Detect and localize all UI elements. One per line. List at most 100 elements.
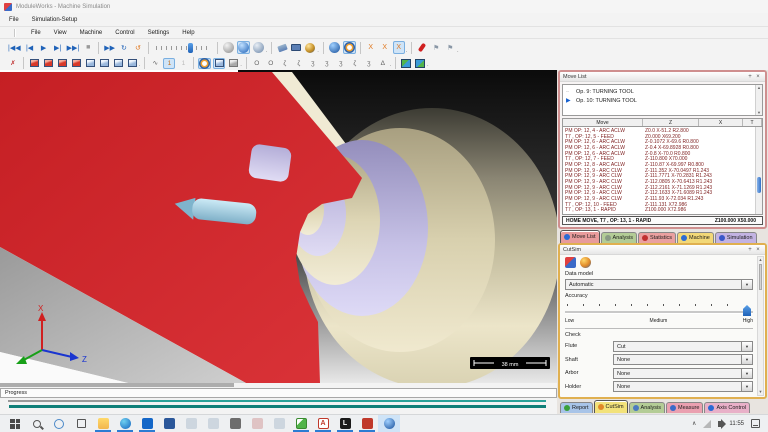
fixture-cube-icon[interactable] xyxy=(227,58,239,69)
column-z[interactable]: Z xyxy=(643,119,699,126)
tab-measure[interactable]: Measure xyxy=(666,402,704,413)
geometry-circle2-button[interactable]: O xyxy=(265,58,277,69)
speed-slider[interactable] xyxy=(155,42,210,53)
viewport-3d[interactable]: X Z 38 mm xyxy=(0,70,560,388)
red-app-icon[interactable] xyxy=(356,415,378,432)
chevron-down-icon[interactable]: ▼ xyxy=(741,341,752,351)
dropdown-dot-icon[interactable]: . xyxy=(266,48,267,54)
scrollbar-thumb[interactable] xyxy=(757,177,761,194)
arbor-dropdown[interactable]: None ▼ xyxy=(613,367,753,379)
render-wire-icon[interactable] xyxy=(252,41,265,54)
move-row[interactable]: T7 , OP: 13, 1 - RAPID Z100.000 X72.986 xyxy=(565,207,754,213)
collision-check-3-button[interactable]: X xyxy=(392,41,405,54)
app-dim-2-icon[interactable] xyxy=(202,415,224,432)
calculator-icon[interactable] xyxy=(224,415,246,432)
chevron-down-icon[interactable]: ▼ xyxy=(741,355,752,364)
loop-button[interactable]: ↻ xyxy=(118,41,130,54)
app-dim-3-icon[interactable] xyxy=(268,415,290,432)
tab-analysis[interactable]: Analysis xyxy=(628,402,666,413)
view-cube-left-icon[interactable] xyxy=(56,58,68,69)
flag-1-button[interactable]: ⚑ xyxy=(430,41,442,54)
tray-expand-icon[interactable]: ∧ xyxy=(692,420,696,427)
collision-check-1-button[interactable]: X xyxy=(365,41,377,54)
autocad-icon[interactable]: A xyxy=(312,415,334,432)
chevron-down-icon[interactable]: ▼ xyxy=(741,382,752,391)
geometry-curve3-button[interactable]: ʒ xyxy=(307,58,319,69)
menu-file[interactable]: File xyxy=(9,17,19,23)
flag-2-button[interactable]: ⚑ xyxy=(444,41,456,54)
menu-file[interactable]: File xyxy=(31,30,41,36)
scroll-down-icon[interactable]: ▼ xyxy=(757,110,761,115)
tab-report[interactable]: Report xyxy=(560,402,593,413)
render-sphere-icon[interactable] xyxy=(222,41,235,54)
moduleworks-icon[interactable] xyxy=(378,415,400,432)
render-shaded-icon[interactable] xyxy=(236,41,250,54)
operation-item[interactable]: ▶ Op. 10: TURNING TOOL xyxy=(566,96,754,105)
menu-settings[interactable]: Settings xyxy=(148,30,170,36)
operation-tree[interactable]: ┄ Op. 9: TURNING TOOL ▶ Op. 10: TURNING TOO… xyxy=(562,84,763,116)
dropdown-dot-icon[interactable]: . xyxy=(457,48,458,54)
dropdown-dot-icon[interactable]: . xyxy=(406,48,407,54)
view-cube-iso-icon[interactable] xyxy=(112,58,124,69)
menu-control[interactable]: Control xyxy=(115,30,134,36)
tool-display-button[interactable]: 1 xyxy=(163,57,176,69)
stock-sphere-icon[interactable] xyxy=(198,57,212,69)
go-to-end-button[interactable]: ▶▶| xyxy=(66,41,81,54)
move-table-scrollbar[interactable] xyxy=(755,127,762,214)
scroll-down-icon[interactable]: ▼ xyxy=(758,389,763,395)
dropdown-dot-icon[interactable]: . xyxy=(427,62,428,68)
task-view-button[interactable] xyxy=(70,415,92,432)
tag-tool-icon[interactable] xyxy=(276,41,288,54)
operation-item[interactable]: ┄ Op. 9: TURNING TOOL xyxy=(566,87,754,96)
slider-handle[interactable] xyxy=(743,305,751,316)
geometry-poly-button[interactable]: Δ xyxy=(377,58,389,69)
geometry-curve5-button[interactable]: ʒ xyxy=(335,58,347,69)
network-icon[interactable] xyxy=(703,419,712,428)
cutsim-settings-icon[interactable] xyxy=(580,257,591,268)
edge-icon[interactable] xyxy=(114,415,136,432)
data-model-dropdown[interactable]: Automatic ▼ xyxy=(565,279,753,290)
fast-forward-button[interactable]: ▶▶ xyxy=(103,41,116,54)
terrain-add-icon[interactable] xyxy=(400,58,412,69)
home-move-row[interactable]: HOME MOVE, T7 , OP: 13, 1 - RAPID Z100.0… xyxy=(562,216,763,225)
column-t[interactable]: T xyxy=(743,119,762,126)
step-forward-button[interactable]: ▶| xyxy=(52,41,64,54)
geometry-curve2-button[interactable]: ζ xyxy=(293,58,305,69)
stop-button[interactable]: ■ xyxy=(82,41,94,54)
label-tool-icon[interactable] xyxy=(290,41,302,54)
pin-marker-icon[interactable] xyxy=(416,41,428,54)
tab-move-list[interactable]: Move List xyxy=(560,230,600,243)
toolpath-trace-button[interactable]: ∿ xyxy=(149,58,161,69)
tree-scrollbar[interactable]: ▲ ▼ xyxy=(755,85,762,115)
view-cube-back-icon[interactable] xyxy=(42,58,54,69)
view-cube-front-icon[interactable] xyxy=(28,58,40,69)
dropdown-dot-icon[interactable]: . xyxy=(317,48,318,54)
scroll-up-icon[interactable]: ▲ xyxy=(758,257,763,263)
view-cube-iso2-icon[interactable] xyxy=(126,58,138,69)
pin-icon[interactable]: + xyxy=(746,247,754,253)
globe-view-icon[interactable] xyxy=(328,41,341,54)
tab-cutsim[interactable]: CutSim xyxy=(593,400,628,413)
tab-statistics[interactable]: Statistics xyxy=(638,232,677,243)
geometry-curve4-button[interactable]: ʒ xyxy=(321,58,333,69)
app-dim-red-icon[interactable] xyxy=(246,415,268,432)
scrollbar-thumb[interactable] xyxy=(759,264,762,290)
geometry-circle-button[interactable]: O xyxy=(251,58,263,69)
close-icon[interactable]: × xyxy=(754,247,762,253)
tab-machine[interactable]: Machine xyxy=(677,232,714,243)
dropdown-dot-icon[interactable]: . xyxy=(390,62,391,68)
accuracy-slider[interactable] xyxy=(565,302,753,316)
dropdown-dot-icon[interactable]: . xyxy=(139,62,140,68)
wrench-tool-icon[interactable] xyxy=(304,41,316,54)
terrain-view-icon[interactable] xyxy=(414,58,426,69)
nx-icon[interactable] xyxy=(290,415,312,432)
geometry-curve6-button[interactable]: ζ xyxy=(349,58,361,69)
stock-cube-icon[interactable] xyxy=(213,57,226,69)
chevron-down-icon[interactable]: ▼ xyxy=(741,368,752,378)
l-app-icon[interactable]: L xyxy=(334,415,356,432)
view-cube-bottom-icon[interactable] xyxy=(98,58,110,69)
speaker-icon[interactable] xyxy=(718,418,727,429)
cortana-button[interactable] xyxy=(48,415,70,432)
scroll-up-icon[interactable]: ▲ xyxy=(757,85,761,90)
column-move[interactable]: Move xyxy=(563,119,643,126)
